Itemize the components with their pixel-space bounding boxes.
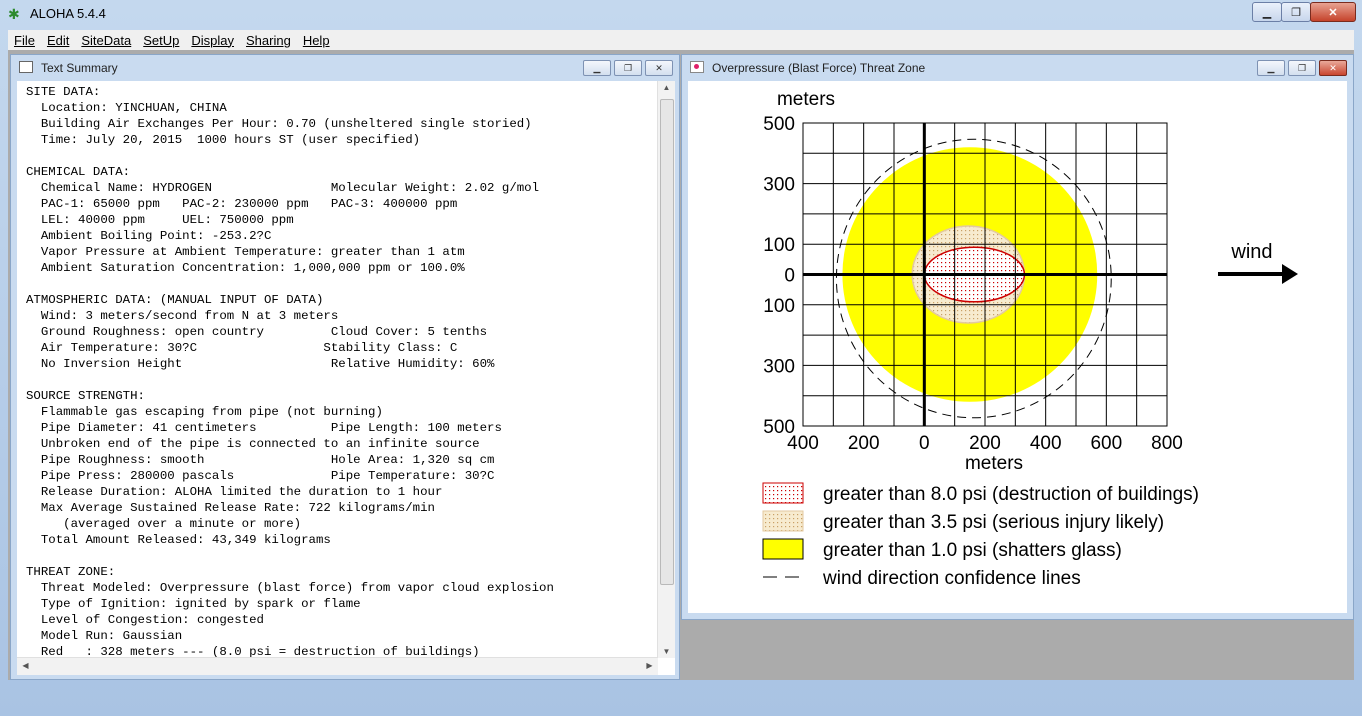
legend-swatch-yellow [762, 538, 804, 560]
text-restore-button[interactable]: ❐ [614, 60, 642, 76]
wind-label: wind [1230, 241, 1272, 263]
text-summary-title: Text Summary [41, 61, 118, 75]
y-tick-label: 0 [784, 266, 795, 287]
maximize-button[interactable]: ❐ [1281, 2, 1311, 22]
summary-text: SITE DATA: Location: YINCHUAN, CHINA Bui… [26, 85, 554, 659]
legend-label: wind direction confidence lines [822, 568, 1081, 589]
menu-sharing[interactable]: Sharing [240, 33, 297, 48]
threat-zone-pane: 400 200 0 200 400 600 800 500 300 100 0 100 300 500 m… [688, 81, 1347, 613]
scroll-right-arrow-icon[interactable]: ▶ [641, 661, 658, 670]
y-tick-label: 300 [763, 175, 795, 196]
y-tick-label: 300 [763, 356, 795, 377]
y-tick-label: 500 [763, 114, 795, 135]
text-vertical-scrollbar[interactable]: ▲ ▼ [657, 81, 675, 658]
wind-arrow-icon [1218, 264, 1298, 284]
mdi-workspace: Text Summary ▁ ❐ ✕ SITE DATA: Location: … [8, 50, 1354, 680]
y-tick-label: 500 [763, 417, 795, 438]
text-minimize-button[interactable]: ▁ [583, 60, 611, 76]
menu-sitedata[interactable]: SiteData [75, 33, 137, 48]
legend-label: greater than 3.5 psi (serious injury lik… [823, 512, 1164, 533]
threat-zone-window: Overpressure (Blast Force) Threat Zone ▁… [681, 54, 1354, 620]
text-summary-window: Text Summary ▁ ❐ ✕ SITE DATA: Location: … [10, 54, 680, 680]
text-scroll-thumb[interactable] [660, 99, 674, 585]
text-close-button[interactable]: ✕ [645, 60, 673, 76]
y-tick-label: 100 [763, 296, 795, 317]
menu-setup[interactable]: SetUp [137, 33, 185, 48]
scroll-up-arrow-icon[interactable]: ▲ [658, 83, 675, 92]
legend-swatch-red [762, 482, 804, 504]
menubar: File Edit SiteData SetUp Display Sharing… [8, 30, 1354, 50]
x-tick-label: 800 [1151, 433, 1183, 454]
menu-edit[interactable]: Edit [41, 33, 75, 48]
app-title: ALOHA 5.4.4 [30, 6, 106, 21]
menu-display[interactable]: Display [185, 33, 240, 48]
close-button[interactable]: ✕ [1310, 2, 1356, 22]
x-tick-label: 200 [848, 433, 880, 454]
legend-swatch-orange [762, 510, 804, 532]
x-axis-label: meters [965, 453, 1023, 474]
threat-zone-titlebar[interactable]: Overpressure (Blast Force) Threat Zone ▁… [682, 55, 1353, 81]
scroll-left-arrow-icon[interactable]: ◀ [17, 661, 34, 670]
menu-file[interactable]: File [8, 33, 41, 48]
x-tick-label: 0 [919, 433, 930, 454]
threat-zone-title: Overpressure (Blast Force) Threat Zone [712, 61, 926, 75]
x-tick-label: 600 [1090, 433, 1122, 454]
threat-minimize-button[interactable]: ▁ [1257, 60, 1285, 76]
y-axis-label: meters [777, 89, 835, 110]
app-titlebar[interactable]: ✱ ALOHA 5.4.4 ▁ ❐ ✕ [0, 0, 1362, 28]
x-tick-label: 200 [969, 433, 1001, 454]
threat-close-button[interactable]: ✕ [1319, 60, 1347, 76]
legend-label: greater than 1.0 psi (shatters glass) [823, 540, 1122, 561]
legend-label: greater than 8.0 psi (destruction of bui… [823, 484, 1199, 505]
y-tick-label: 100 [763, 235, 795, 256]
minimize-button[interactable]: ▁ [1252, 2, 1282, 22]
x-tick-label: 400 [1030, 433, 1062, 454]
menu-help[interactable]: Help [297, 33, 336, 48]
aloha-app-window: ✱ ALOHA 5.4.4 ▁ ❐ ✕ File Edit SiteData S… [0, 0, 1362, 716]
threat-window-icon [690, 61, 704, 73]
text-summary-pane: SITE DATA: Location: YINCHUAN, CHINA Bui… [17, 81, 675, 675]
scroll-down-arrow-icon[interactable]: ▼ [658, 647, 675, 656]
text-horizontal-scrollbar[interactable]: ◀ ▶ [17, 657, 658, 675]
threat-restore-button[interactable]: ❐ [1288, 60, 1316, 76]
threat-zone-chart: 400 200 0 200 400 600 8005003001000100300500 m… [762, 89, 1298, 589]
text-window-icon [19, 61, 33, 73]
text-summary-titlebar[interactable]: Text Summary ▁ ❐ ✕ [11, 55, 679, 81]
palm-tree-icon: ✱ [8, 6, 20, 22]
